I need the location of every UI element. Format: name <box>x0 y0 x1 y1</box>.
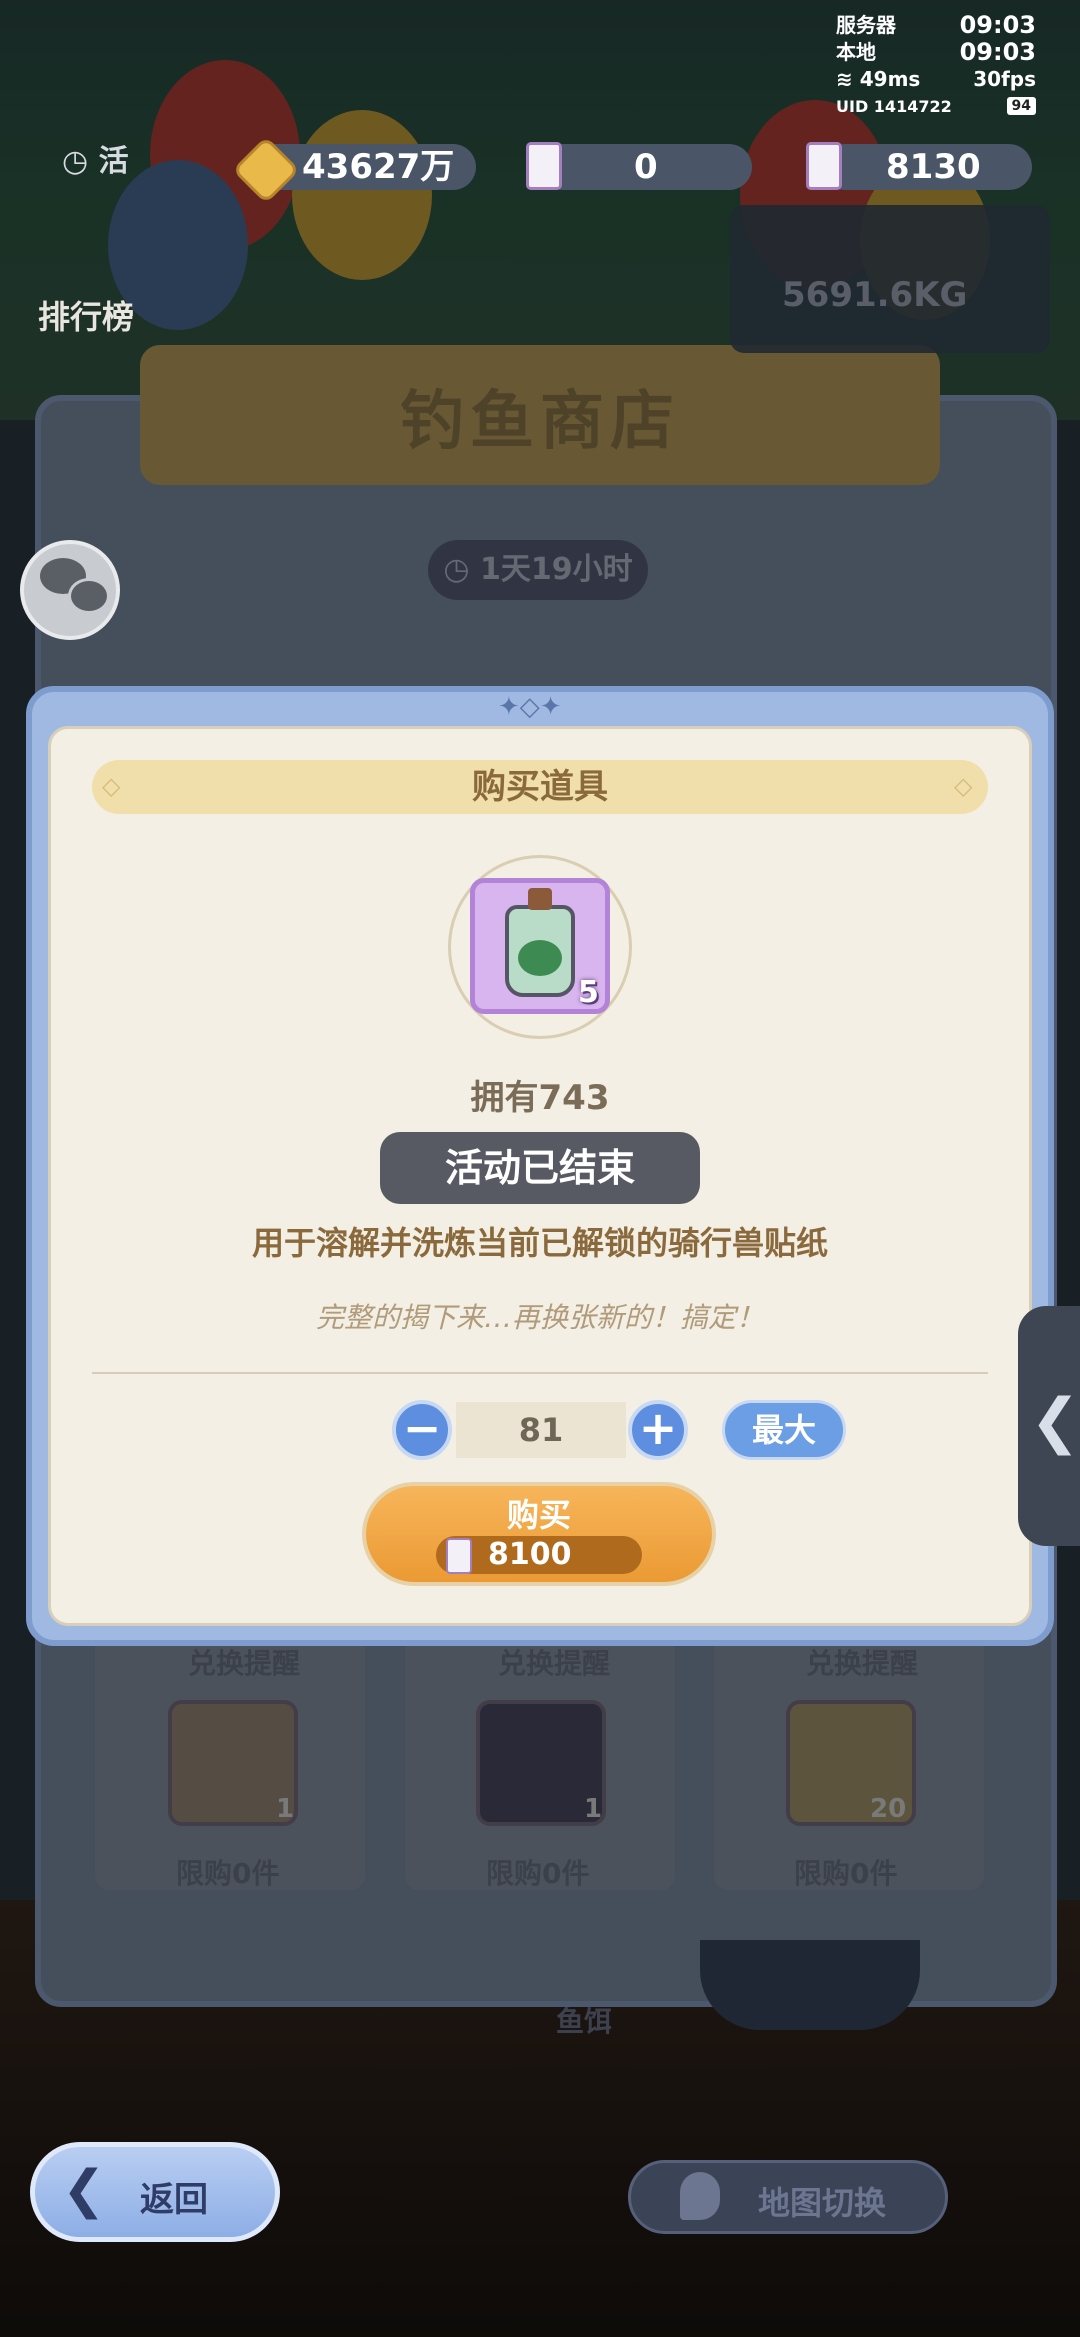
local-time: 09:03 <box>959 38 1036 66</box>
dialog-title: 购买道具 <box>472 767 608 807</box>
ticket-a-icon <box>526 142 562 190</box>
map-switch-label: 地图切换 <box>758 2184 887 2222</box>
event-ended-badge: 活动已结束 <box>380 1132 700 1204</box>
price-ticket-icon <box>446 1538 472 1574</box>
increase-quantity-button[interactable]: + <box>628 1400 688 1460</box>
price-amount: 8100 <box>488 1537 572 1572</box>
dialog-top-ornament: ✦◇✦ <box>498 692 562 722</box>
map-pin-icon <box>680 2172 720 2220</box>
divider <box>92 1372 988 1374</box>
chevron-left-icon: ❮ <box>1030 1386 1080 1456</box>
system-status: 服务器 09:03 本地 09:03 ≋ 49ms 30fps UID 1414722… <box>836 12 1036 132</box>
ticket-a-amount: 0 <box>634 147 658 187</box>
leaf-icon <box>518 940 562 976</box>
quantity-input[interactable]: 81 <box>456 1402 626 1458</box>
decrease-quantity-button[interactable]: − <box>392 1400 452 1460</box>
item-flavor-text: 完整的揭下来…再换张新的！搞定！ <box>315 1301 764 1334</box>
fps-readout: 30fps <box>973 67 1036 91</box>
ping-readout: ≋ 49ms <box>836 67 921 91</box>
server-time: 09:03 <box>959 11 1036 39</box>
back-button-label: 返回 <box>140 2180 208 2220</box>
back-arrow-icon: ❮ <box>62 2160 106 2220</box>
chat-button[interactable] <box>20 540 120 640</box>
server-label: 服务器 <box>836 13 896 37</box>
owned-count: 拥有743 <box>470 1078 610 1118</box>
local-label: 本地 <box>836 40 876 64</box>
buy-button-label: 购买 <box>506 1496 571 1534</box>
rank-button[interactable]: 排行榜 <box>38 292 134 338</box>
bottle-cork <box>528 888 552 910</box>
wifi-icon: ≋ <box>836 67 853 91</box>
gold-amount: 43627万 <box>302 147 455 187</box>
item-description: 用于溶解并洗炼当前已解锁的骑行兽贴纸 <box>251 1224 828 1262</box>
ticket-b-icon <box>806 142 842 190</box>
chat-bubbles-icon-2 <box>68 578 110 614</box>
uid-label: UID 1414722 <box>836 97 952 116</box>
activity-label: ◷ 活 <box>62 144 129 179</box>
item-quantity-badge: 5 <box>578 975 599 1010</box>
max-quantity-button[interactable]: 最大 <box>722 1400 846 1460</box>
ticket-b-amount: 8130 <box>886 147 981 187</box>
battery-icon: 94 <box>1006 97 1036 115</box>
